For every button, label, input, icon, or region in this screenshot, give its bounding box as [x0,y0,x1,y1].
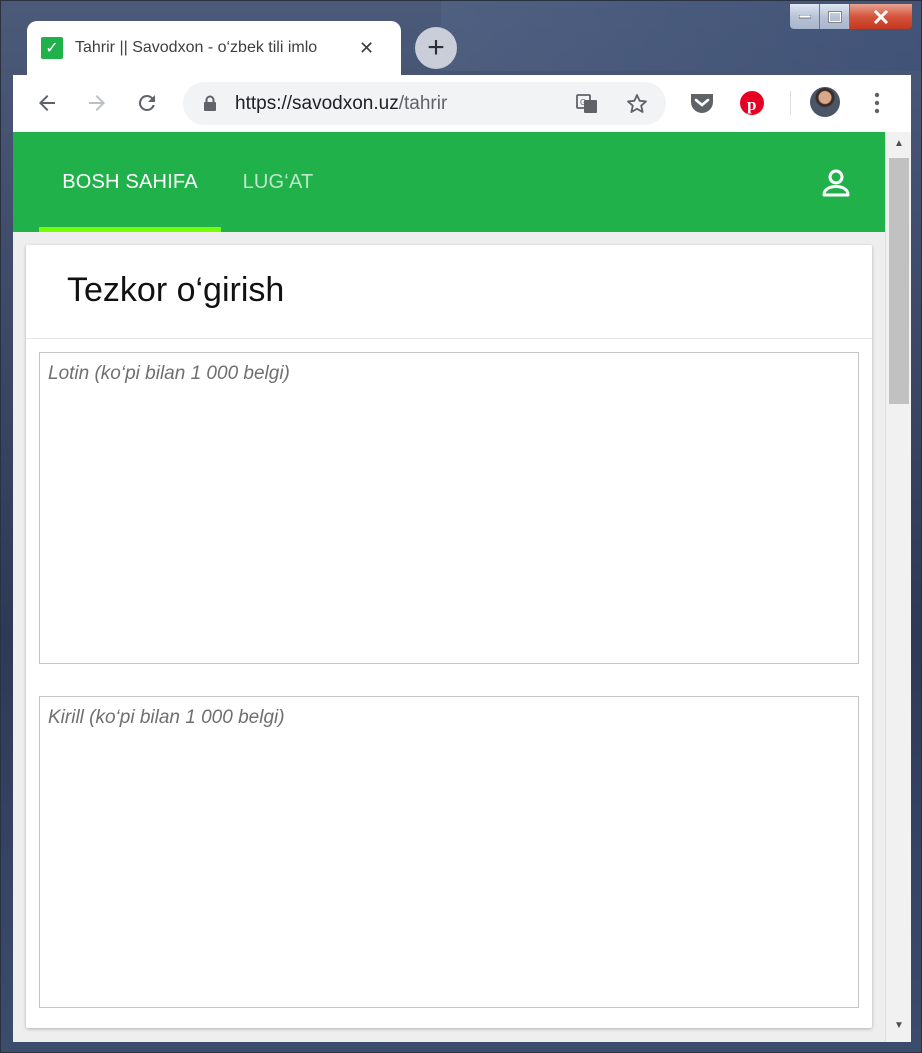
pinterest-extension-button[interactable]: p [738,89,766,117]
lock-icon [204,95,216,111]
card-title: Tezkor o‘girish [67,271,285,309]
url-domain: https://savodxon.uz [235,93,399,114]
svg-text:p: p [747,95,756,114]
back-arrow-icon [39,95,55,111]
app-header: BOSH SAHIFA LUG‘AT [13,132,885,232]
close-window-button[interactable] [850,4,912,29]
toolbar-separator [790,91,791,115]
nav-tab-home[interactable]: BOSH SAHIFA [39,132,221,232]
window-controls [789,3,913,30]
favicon-icon: ✓ [41,37,63,59]
browser-toolbar: https://savodxon.uz/tahrir G p [13,75,911,132]
translate-icon: G [576,94,597,113]
more-vert-icon [874,92,880,114]
account-button[interactable] [819,166,853,200]
maximize-button[interactable] [820,4,850,29]
forward-arrow-icon [89,95,105,111]
browser-tab[interactable]: ✓ Tahrir || Savodxon - o‘zbek tili imlo … [27,21,401,75]
page-scrollbar[interactable]: ▲ ▼ [885,132,911,1042]
scroll-up-icon[interactable]: ▲ [892,138,906,152]
profile-avatar[interactable] [810,87,840,117]
minimize-button[interactable] [790,4,820,29]
forward-button[interactable] [81,87,113,119]
scroll-thumb[interactable] [889,158,909,404]
nav-tab-dictionary[interactable]: LUG‘AT [227,132,329,232]
minimize-icon [798,14,811,18]
card-header: Tezkor o‘girish [26,245,872,339]
tab-close-icon[interactable]: ✕ [359,38,374,59]
maximize-icon [827,10,842,23]
back-button[interactable] [31,87,63,119]
user-account-icon [822,169,850,197]
close-icon [873,9,889,24]
translit-card: Tezkor o‘girish [26,245,872,1028]
pocket-extension-button[interactable] [688,89,716,117]
browser-window: ✓ Tahrir || Savodxon - o‘zbek tili imlo … [0,0,922,1053]
pinterest-icon: p [740,91,764,115]
address-bar[interactable]: https://savodxon.uz/tahrir G [183,82,666,125]
pocket-icon [691,94,713,113]
svg-text:G: G [580,98,586,107]
browser-menu-button[interactable] [863,89,891,117]
active-tab-indicator [39,227,221,232]
url-text: https://savodxon.uz/tahrir [235,93,447,115]
new-tab-button[interactable]: + [415,27,457,69]
tab-title: Tahrir || Savodxon - o‘zbek tili imlo [75,39,318,56]
cyrillic-textarea[interactable] [39,696,859,1008]
bookmark-star-icon [627,94,647,113]
page-viewport: BOSH SAHIFA LUG‘AT Tezkor o‘girish ▲ ▼ [13,132,911,1042]
url-path: /tahrir [398,93,448,114]
reload-button[interactable] [131,87,163,119]
latin-textarea[interactable] [39,352,859,664]
reload-icon [138,94,155,111]
scroll-down-icon[interactable]: ▼ [892,1020,906,1034]
